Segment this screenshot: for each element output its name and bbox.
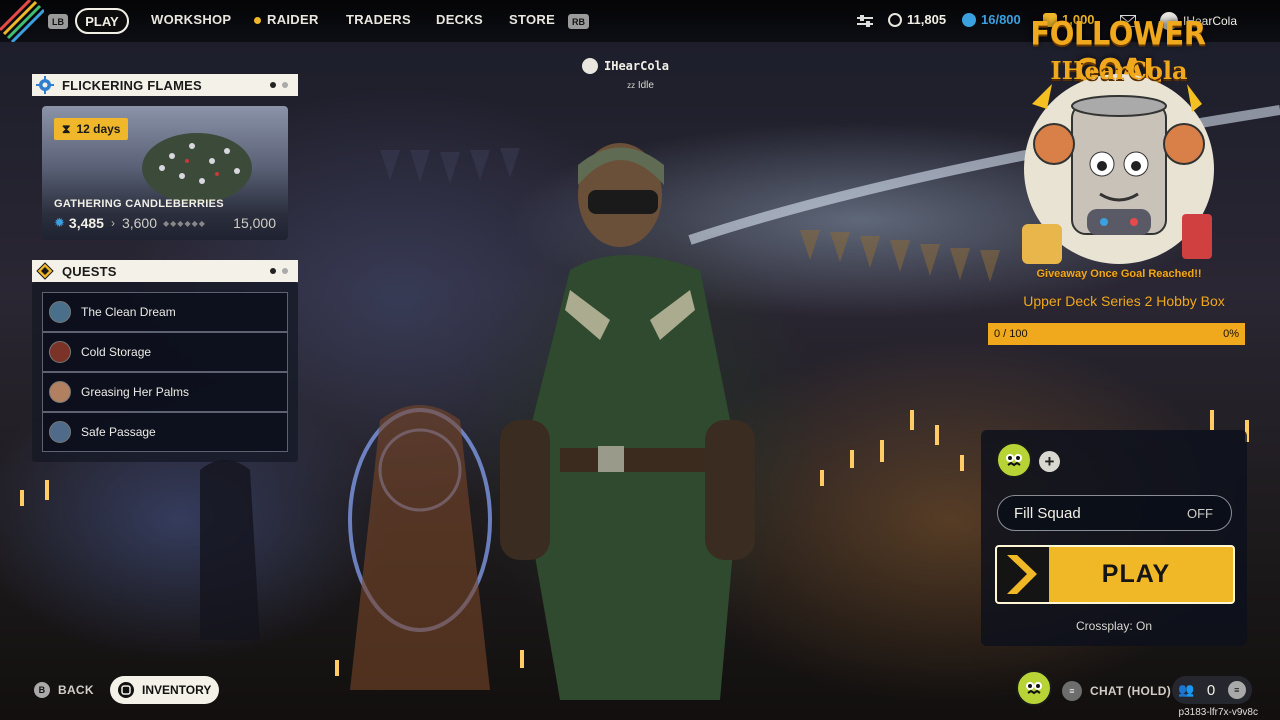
event-title: FLICKERING FLAMES (62, 77, 202, 93)
monster-face-icon (1026, 682, 1042, 695)
follower-goal-art: IHearCola Giveaway Once Goal Reached!! (1012, 54, 1226, 284)
goal-progress-bar: 0 / 100 0% (988, 323, 1245, 345)
party-count: 0 (1206, 681, 1216, 699)
inventory-button[interactable]: INVENTORY (110, 676, 219, 704)
event-progress: ✹ 3,485 › 3,600 ◆◆◆◆◆◆ 15,000 (54, 215, 276, 231)
player-name: IHearCola (604, 59, 670, 73)
rainbow-stripes-icon (0, 0, 44, 42)
player-nametag: IHearCola zz Idle (582, 58, 669, 91)
quest-label: Safe Passage (81, 425, 156, 439)
play-button-label: PLAY (1101, 560, 1171, 588)
tab-raider[interactable]: RAIDER (254, 12, 319, 27)
inventory-icon (118, 682, 134, 698)
goal-streamer-name: IHearCola (1050, 56, 1188, 85)
quest-giver-avatar (49, 381, 71, 403)
add-squad-member-button[interactable]: + (1039, 451, 1060, 472)
currency-coins: 11,805 (888, 12, 946, 27)
left-bumper-hint[interactable]: LB (48, 14, 68, 29)
quest-diamond-icon (34, 260, 56, 282)
chat-avatar (1016, 670, 1052, 706)
event-timer-text: 12 days (76, 122, 121, 136)
quest-label: Cold Storage (81, 345, 152, 359)
goal-banner: Giveaway Once Goal Reached!! (1036, 268, 1202, 280)
event-max: 15,000 (233, 215, 276, 231)
fill-squad-value: OFF (1187, 505, 1213, 521)
progress-dots: ◆◆◆◆◆◆ (163, 218, 206, 228)
goal-progress-text: 0 / 100 (994, 328, 1028, 340)
coins-icon (888, 12, 902, 27)
quest-giver-avatar (49, 341, 71, 363)
player-status: zz Idle (582, 80, 669, 91)
player-status-text: Idle (637, 80, 654, 91)
tab-traders[interactable]: TRADERS (346, 12, 411, 27)
squad-member-avatar[interactable] (996, 442, 1032, 478)
event-current: 3,485 (68, 215, 104, 231)
quest-item[interactable]: The Clean Dream (42, 292, 288, 332)
event-name: GATHERING CANDLEBERRIES (54, 198, 224, 210)
quest-item[interactable]: Safe Passage (42, 412, 288, 452)
menu-lines-icon: ≡ (1227, 681, 1246, 699)
page-dots (270, 82, 288, 88)
tab-store[interactable]: STORE (509, 12, 555, 27)
tab-workshop[interactable]: WORKSHOP (151, 12, 231, 27)
quests-page-dots (270, 268, 288, 274)
chevron-right-icon (997, 547, 1049, 602)
back-button[interactable]: B BACK (34, 682, 94, 698)
tab-decks[interactable]: DECKS (436, 12, 483, 27)
right-bumper-hint[interactable]: RB (568, 14, 589, 29)
event-panel-header[interactable]: FLICKERING FLAMES (32, 74, 298, 96)
cola-mascot-image (1022, 74, 1214, 264)
inventory-label: INVENTORY (142, 683, 212, 697)
event-card[interactable]: ⧗ 12 days GATHERING CANDLEBERRIES ✹ 3,48… (42, 106, 288, 240)
tab-raider-label: RAIDER (267, 12, 319, 27)
quests-title: QUESTS (62, 263, 117, 279)
party-count-pill[interactable]: 👥 0 ≡ (1172, 676, 1252, 704)
event-next: 3,600 (121, 215, 157, 231)
event-timer-badge: ⧗ 12 days (54, 118, 129, 140)
fill-squad-label: Fill Squad (1014, 504, 1081, 522)
chat-label: CHAT (HOLD) (1090, 684, 1172, 698)
monster-face-icon (1006, 454, 1022, 467)
menu-lines-icon: ≡ (1062, 681, 1082, 701)
tab-play[interactable]: PLAY (75, 8, 129, 34)
fill-squad-toggle[interactable]: Fill Squad OFF (997, 495, 1232, 531)
quest-giver-avatar (49, 301, 71, 323)
chevron-right-icon: › (110, 216, 115, 230)
play-button[interactable]: PLAY (995, 545, 1235, 604)
coins-value: 11,805 (907, 12, 947, 27)
quest-label: Greasing Her Palms (81, 385, 190, 399)
session-id: p3183-lfr7x-v9v8c (1178, 707, 1258, 718)
b-button-icon: B (34, 682, 50, 698)
raider-dot-icon (254, 17, 261, 25)
back-label: BACK (58, 683, 94, 697)
quest-label: The Clean Dream (81, 305, 176, 319)
quest-giver-avatar (49, 421, 71, 443)
sleep-icon: zz (627, 81, 636, 90)
quest-item[interactable]: Cold Storage (42, 332, 288, 372)
goal-subtitle: Upper Deck Series 2 Hobby Box (1023, 293, 1225, 309)
hourglass-icon: ⧗ (62, 121, 71, 136)
raider-token-icon (962, 12, 976, 27)
gear-small-icon: ✹ (54, 215, 65, 230)
quests-panel-header[interactable]: QUESTS (32, 260, 298, 282)
gear-icon (34, 74, 56, 96)
chat-button[interactable]: ≡ CHAT (HOLD) (1062, 681, 1171, 701)
people-icon: 👥 (1178, 682, 1195, 697)
crossplay-status: Crossplay: On (1075, 619, 1153, 633)
goal-percent-text: 0% (1223, 328, 1239, 340)
settings-sliders-icon[interactable] (856, 14, 874, 28)
crown-icon (582, 58, 598, 74)
quest-item[interactable]: Greasing Her Palms (42, 372, 288, 412)
